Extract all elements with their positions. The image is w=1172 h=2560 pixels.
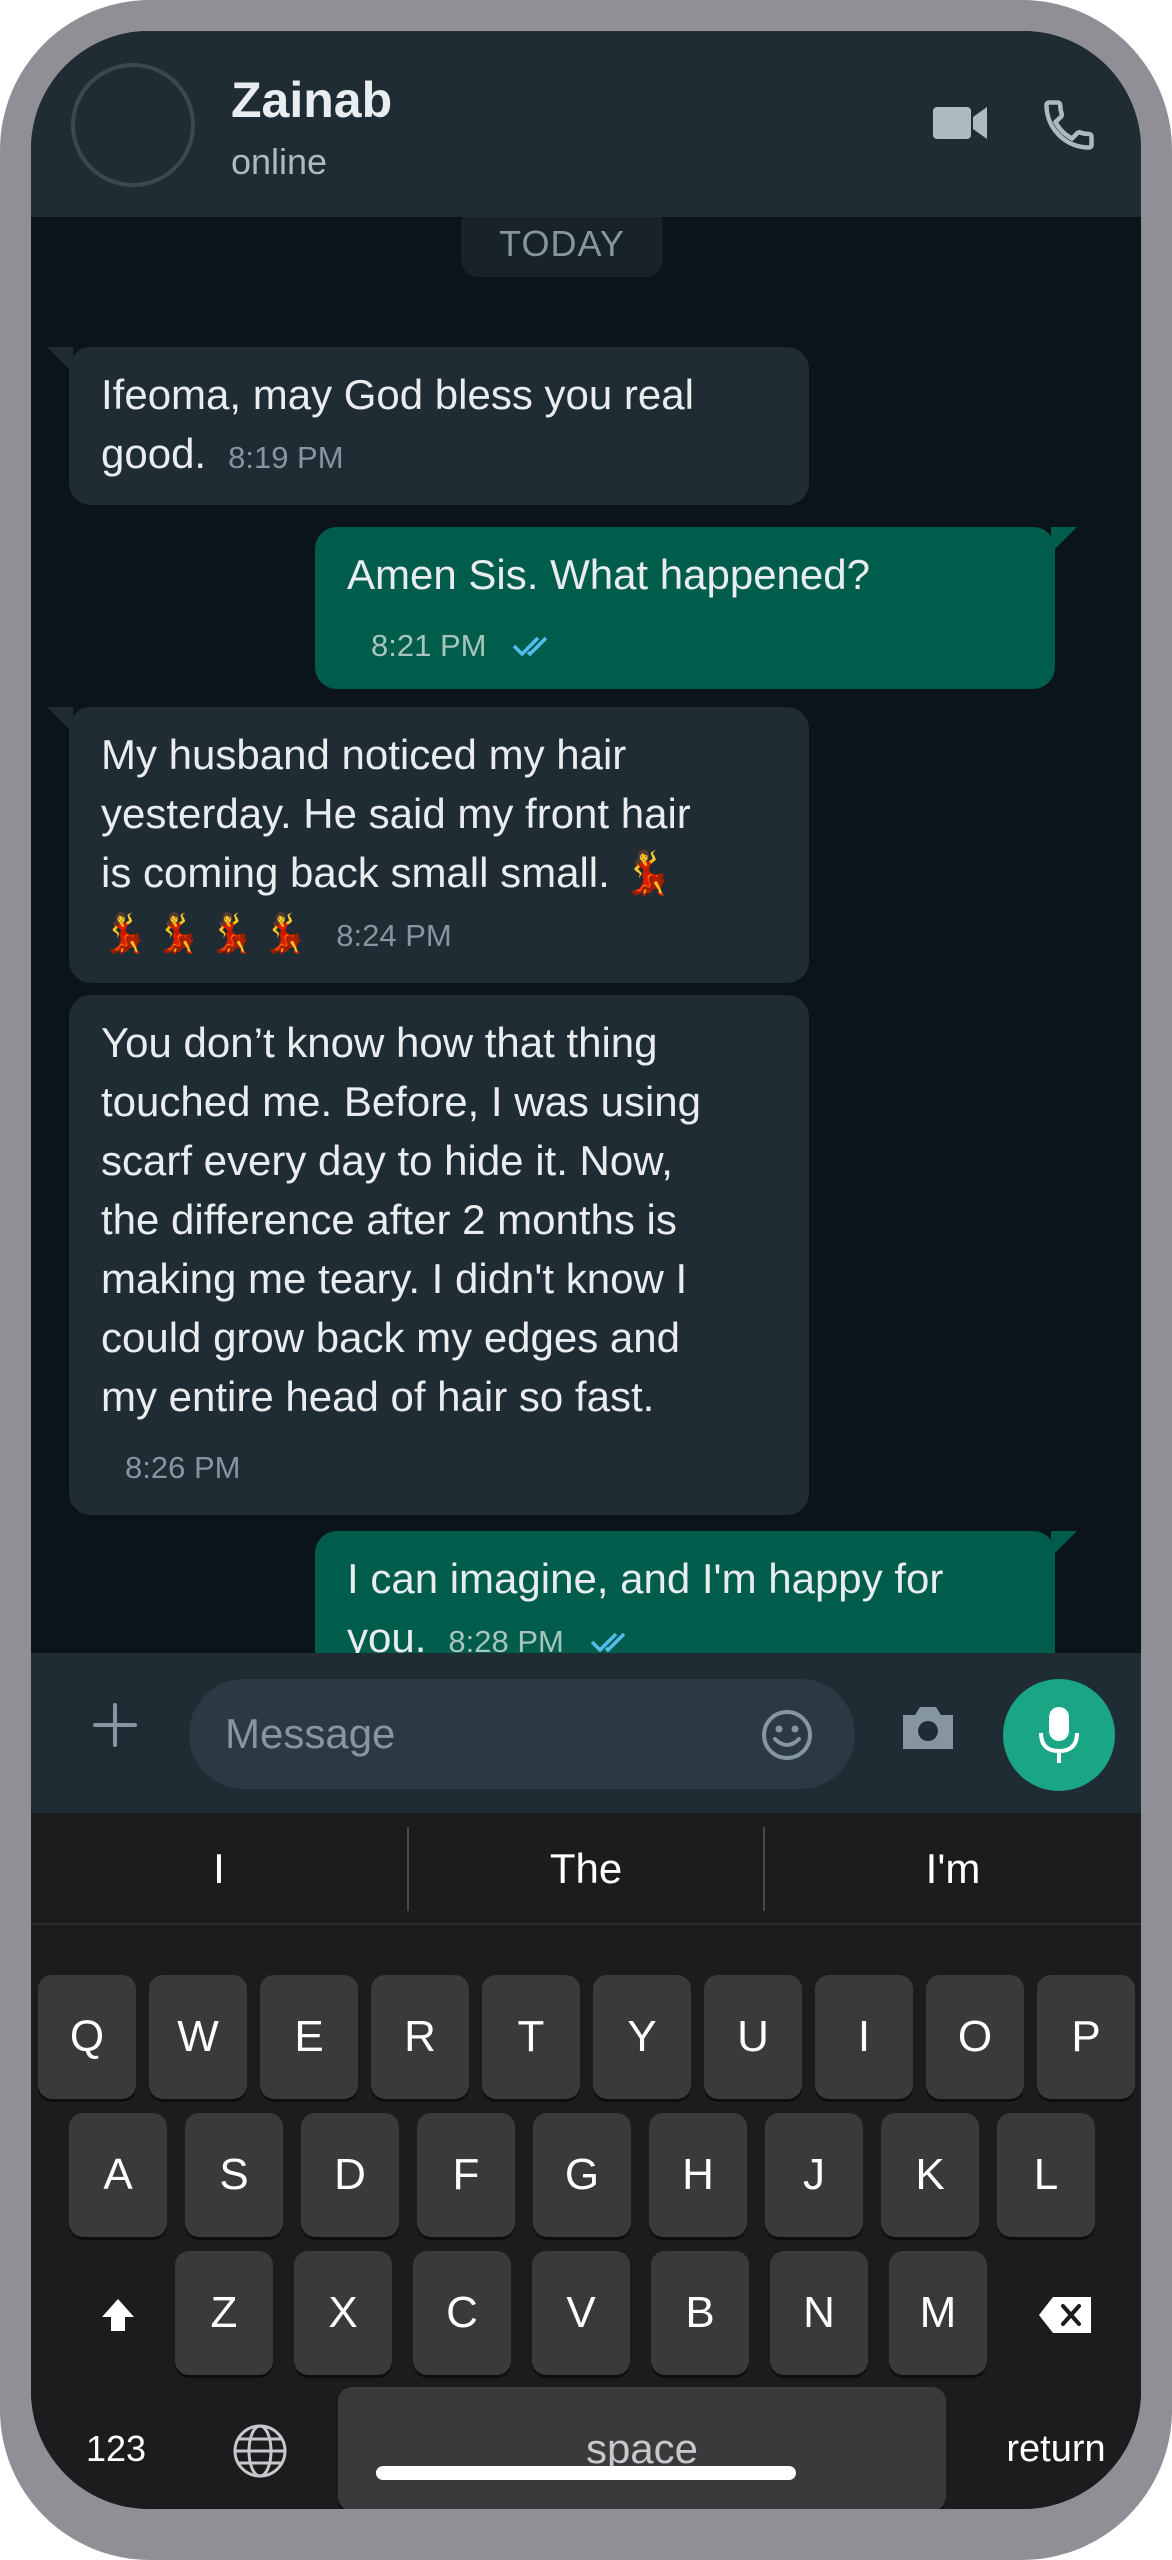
key-g[interactable]: G (533, 2113, 631, 2237)
contact-status: online (231, 141, 328, 182)
shift-icon (102, 2299, 134, 2332)
chat-area[interactable]: TODAY Ifeoma, may God bless you real goo… (31, 217, 1141, 1653)
message-text: My husband noticed my hair yesterday. He… (101, 731, 691, 896)
key-z[interactable]: Z (175, 2251, 273, 2375)
camera-button[interactable] (899, 1703, 957, 1753)
key-j[interactable]: J (765, 2113, 863, 2237)
message-input[interactable] (225, 1679, 725, 1789)
message-text: I can imagine, and I'm happy for you. (347, 1555, 944, 1653)
key-w[interactable]: W (149, 1975, 247, 2099)
message-bubble-outgoing[interactable]: I can imagine, and I'm happy for you. 8:2… (315, 1531, 1077, 1653)
key-p[interactable]: P (1037, 1975, 1135, 2099)
key-b[interactable]: B (651, 2251, 749, 2375)
video-camera-icon (933, 107, 987, 139)
dancer-emoji-row: 💃💃💃💃 (101, 913, 315, 955)
globe-key[interactable] (211, 2387, 309, 2509)
microphone-icon (1039, 1707, 1079, 1763)
message-time: 8:19 PM (228, 440, 344, 475)
chat-header: Zainab online (31, 31, 1141, 217)
message-bubble-incoming[interactable]: Ifeoma, may God bless you real good. 8:19… (47, 347, 809, 505)
read-receipt-icon (590, 1632, 626, 1653)
key-v[interactable]: V (532, 2251, 630, 2375)
suggestion-item[interactable]: The (409, 1827, 763, 1911)
message-bubble-incoming[interactable]: My husband noticed my hair yesterday. He… (47, 707, 809, 983)
phone-frame: Zainab online TODAY Ifeoma, may God bles… (0, 0, 1172, 2560)
key-t[interactable]: T (482, 1975, 580, 2099)
keyboard: I The I'm Q W E R T Y U I O P A S D F G … (31, 1813, 1141, 2509)
message-bubble-incoming[interactable]: You don’t know how that thing touched me… (69, 995, 809, 1515)
key-r[interactable]: R (371, 1975, 469, 2099)
phone-icon (1044, 100, 1094, 150)
key-k[interactable]: K (881, 2113, 979, 2237)
bubble-tail (1051, 1531, 1077, 1557)
emoji-icon (762, 1710, 812, 1760)
key-y[interactable]: Y (593, 1975, 691, 2099)
key-u[interactable]: U (704, 1975, 802, 2099)
backspace-icon (1039, 2297, 1091, 2334)
key-m[interactable]: M (889, 2251, 987, 2375)
space-key[interactable]: space (338, 2387, 946, 2509)
globe-icon (233, 2424, 287, 2478)
avatar[interactable] (71, 63, 195, 187)
key-n[interactable]: N (770, 2251, 868, 2375)
screen: Zainab online TODAY Ifeoma, may God bles… (31, 31, 1141, 2509)
key-e[interactable]: E (260, 1975, 358, 2099)
message-bubble-outgoing[interactable]: Amen Sis. What happened? 8:21 PM (315, 527, 1077, 689)
bubble-tail (47, 347, 73, 373)
attach-button[interactable] (85, 1695, 145, 1755)
suggestion-bar: I The I'm (31, 1813, 1141, 1925)
backspace-key[interactable] (1016, 2251, 1114, 2375)
shift-key[interactable] (69, 2251, 167, 2375)
suggestion-item[interactable]: I'm (765, 1827, 1141, 1911)
key-d[interactable]: D (301, 2113, 399, 2237)
contact-name[interactable]: Zainab (231, 71, 392, 129)
key-i[interactable]: I (815, 1975, 913, 2099)
return-key[interactable]: return (981, 2387, 1131, 2509)
key-q[interactable]: Q (38, 1975, 136, 2099)
key-x[interactable]: X (294, 2251, 392, 2375)
home-indicator[interactable] (376, 2466, 796, 2480)
key-o[interactable]: O (926, 1975, 1024, 2099)
read-receipt-icon (513, 636, 548, 657)
message-text: You don’t know how that thing touched me… (101, 1019, 701, 1420)
bubble-tail (47, 707, 73, 733)
key-f[interactable]: F (417, 2113, 515, 2237)
message-time: 8:21 PM (371, 628, 487, 663)
message-input-bar (31, 1653, 1141, 1813)
voice-message-button[interactable] (1003, 1679, 1115, 1791)
emoji-button[interactable] (759, 1707, 815, 1763)
message-time: 8:24 PM (336, 918, 452, 953)
voice-call-button[interactable] (1039, 95, 1099, 155)
numbers-key[interactable]: 123 (61, 2387, 171, 2509)
message-time: 8:28 PM (448, 1624, 564, 1653)
key-l[interactable]: L (997, 2113, 1095, 2237)
message-field[interactable] (189, 1679, 855, 1789)
message-time: 8:26 PM (125, 1450, 241, 1485)
video-call-button[interactable] (931, 99, 991, 147)
key-a[interactable]: A (69, 2113, 167, 2237)
bubble-tail (1051, 527, 1077, 553)
message-text: Ifeoma, may God bless you real good. (101, 371, 694, 477)
message-text: Amen Sis. What happened? (347, 551, 870, 598)
camera-icon (903, 1707, 953, 1749)
suggestion-item[interactable]: I (31, 1827, 407, 1911)
key-h[interactable]: H (649, 2113, 747, 2237)
key-c[interactable]: C (413, 2251, 511, 2375)
plus-icon (93, 1703, 137, 1747)
date-chip: TODAY (461, 217, 663, 277)
key-s[interactable]: S (185, 2113, 283, 2237)
